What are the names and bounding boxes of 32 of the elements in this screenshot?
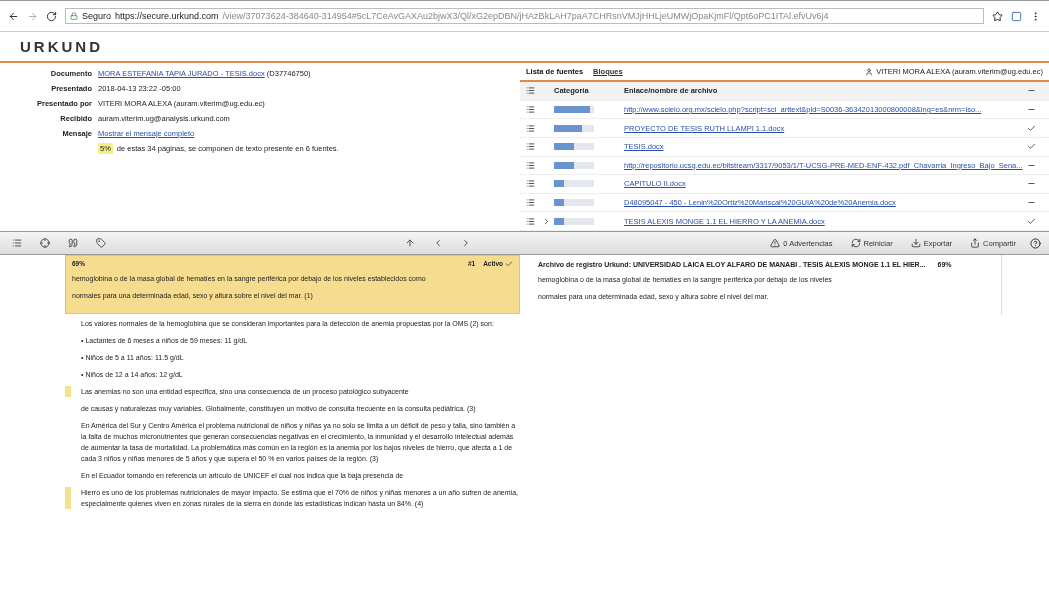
- star-icon[interactable]: [992, 10, 1003, 22]
- chevron-icon[interactable]: [542, 216, 551, 226]
- check-icon[interactable]: [1027, 142, 1036, 152]
- address-bar[interactable]: Seguro https://secure.urkund.com /view/37073624-384640-314954#5cL7CeAvGAXAu2bjwX3/Ql/xG2epDBN/jHAzBkLAH7paA7CHRsnVMJjHHLjeUMWjOpaKjmFl/Qpt6oPC1ITAl.efvUv6j4: [65, 8, 984, 24]
- list-icon[interactable]: [526, 104, 535, 114]
- download-icon: [910, 238, 921, 248]
- quote-icon: [68, 238, 78, 248]
- list-icon[interactable]: [526, 86, 535, 96]
- match-highlight[interactable]: [65, 255, 520, 314]
- list-icon[interactable]: [526, 160, 535, 170]
- list-icon[interactable]: [526, 123, 535, 133]
- user-icon: [865, 67, 874, 76]
- warning-icon: [770, 238, 781, 248]
- refresh-icon: [850, 238, 861, 248]
- list-icon[interactable]: [526, 179, 535, 189]
- logo: URKUND: [0, 32, 1049, 63]
- list-icon[interactable]: [526, 142, 535, 152]
- reload-icon[interactable]: [46, 10, 57, 22]
- up-arrow-icon: [405, 238, 416, 248]
- tag-icon: [96, 238, 106, 248]
- extension-icon[interactable]: [1011, 10, 1022, 22]
- check-icon[interactable]: [1027, 123, 1036, 133]
- back-icon[interactable]: [8, 10, 19, 22]
- list-icon: [12, 238, 22, 248]
- check-icon: [505, 259, 513, 268]
- lock-icon: [70, 12, 78, 20]
- list-icon[interactable]: [526, 216, 535, 226]
- help-icon[interactable]: [1030, 237, 1041, 249]
- list-icon[interactable]: [526, 198, 535, 208]
- crosshair-icon: [40, 238, 50, 248]
- share-icon: [970, 238, 981, 248]
- check-icon[interactable]: [1027, 216, 1036, 226]
